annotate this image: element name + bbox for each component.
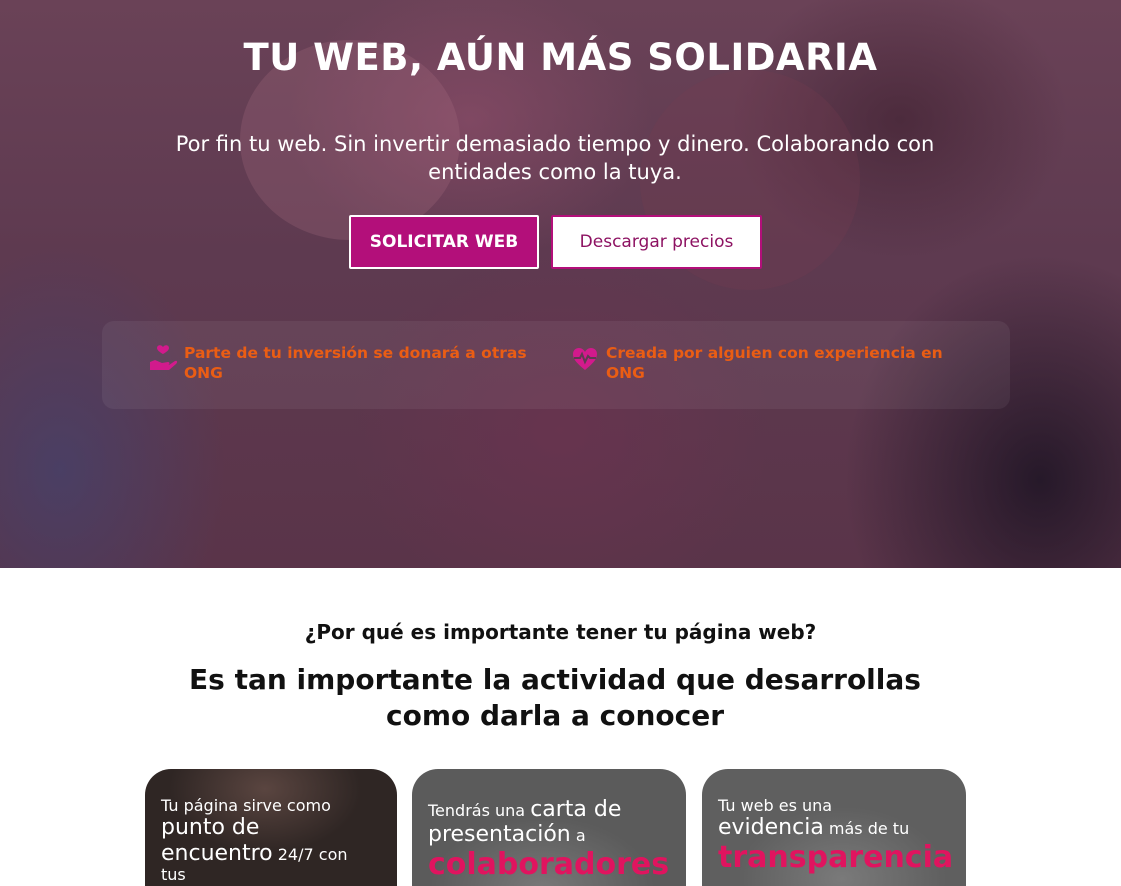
why-question: ¿Por qué es importante tener tu página w… — [304, 620, 817, 644]
download-prices-button[interactable]: Descargar precios — [551, 215, 762, 269]
hero-title: TU WEB, AÚN MÁS SOLIDARIA — [243, 36, 878, 79]
card-1-line3b: 24/7 con — [277, 844, 348, 864]
card-2-line3: colaboradores — [428, 846, 670, 882]
request-web-button[interactable]: SOLICITAR WEB — [349, 215, 539, 269]
card-3-line1: Tu web es una — [718, 796, 833, 815]
card-2-line1a: Tendrás una — [428, 801, 526, 820]
card-3-line2a: evidencia — [718, 815, 824, 841]
feature-donation: Parte de tu inversión se donará a otras … — [148, 343, 528, 383]
card-3-line2b: más de tu — [828, 819, 910, 839]
card-1-line3: encuentro — [161, 840, 273, 866]
card-1-line4: tus — [161, 864, 186, 884]
why-heading: Es tan importante la actividad que desar… — [189, 663, 921, 732]
card-1-line1: Tu página sirve como — [161, 796, 331, 815]
heartbeat-icon — [570, 344, 600, 374]
heart-hand-icon — [148, 344, 178, 374]
card-2-line1b: carta de — [530, 797, 622, 822]
card-2-line2a: presentación — [428, 822, 571, 848]
hero-section: TU WEB, AÚN MÁS SOLIDARIA Por fin tu web… — [0, 0, 1121, 568]
hero-subtitle: Por fin tu web. Sin invertir demasiado t… — [175, 132, 935, 184]
card-3-line3: transparencia — [718, 839, 954, 875]
features-panel: Parte de tu inversión se donará a otras … — [102, 321, 1010, 409]
card-presentation[interactable]: Tendrás una carta de presentación a cola… — [412, 769, 686, 886]
feature-experience: Creada por alguien con experiencia en ON… — [570, 343, 970, 383]
card-2-line2b: a — [575, 826, 586, 846]
card-transparency[interactable]: Tu web es una evidencia más de tu transp… — [702, 769, 966, 886]
card-1-line2: punto de — [161, 815, 260, 841]
card-meeting-point[interactable]: Tu página sirve como punto de encuentro … — [145, 769, 397, 886]
feature-donation-text: Parte de tu inversión se donará a otras … — [184, 344, 527, 382]
feature-experience-text: Creada por alguien con experiencia en ON… — [606, 344, 943, 382]
